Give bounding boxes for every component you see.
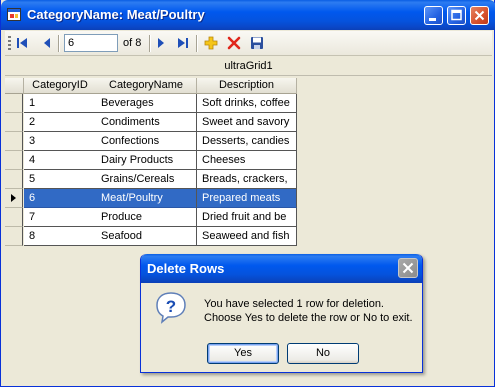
close-icon [402, 262, 414, 274]
category-id-cell[interactable]: 1 [24, 94, 97, 113]
close-icon [474, 10, 485, 21]
row-selector[interactable] [5, 170, 23, 189]
category-id-cell[interactable]: 8 [24, 227, 97, 246]
dialog-message: You have selected 1 row for deletion. Ch… [204, 297, 413, 325]
maximize-button[interactable] [447, 6, 466, 25]
category-name-cell[interactable]: Grains/Cereals [96, 170, 197, 189]
main-window: CategoryName: Meat/Poultry of 8 [0, 0, 495, 387]
row-selector[interactable] [5, 94, 23, 113]
yes-button[interactable]: Yes [207, 343, 279, 364]
form-icon [7, 8, 21, 21]
window-title: CategoryName: Meat/Poultry [27, 7, 205, 22]
message-line: Choose Yes to delete the row or No to ex… [204, 312, 413, 324]
minimize-button[interactable] [424, 6, 443, 25]
category-id-cell[interactable]: 5 [24, 170, 97, 189]
category-id-cell[interactable]: 6 [24, 189, 97, 208]
description-cell[interactable]: Desserts, candies [197, 132, 297, 151]
binding-navigator: of 8 [5, 31, 492, 56]
row-selector[interactable] [5, 113, 23, 132]
grid-caption: ultraGrid1 [5, 58, 492, 76]
category-name-header[interactable]: CategoryName [96, 78, 197, 94]
category-name-cell[interactable]: Meat/Poultry [96, 189, 197, 208]
category-id-cell[interactable]: 2 [24, 113, 97, 132]
row-selector[interactable] [5, 189, 23, 208]
description-cell[interactable]: Dried fruit and be [197, 208, 297, 227]
category-id-cell[interactable]: 4 [24, 151, 97, 170]
minimize-icon [429, 18, 436, 21]
dialog-title-bar[interactable]: Delete Rows [141, 254, 422, 283]
category-name-cell[interactable]: Produce [96, 208, 197, 227]
position-input[interactable] [64, 34, 118, 52]
category-name-cell[interactable]: Condiments [96, 113, 197, 132]
dialog-title: Delete Rows [147, 261, 225, 276]
description-cell[interactable]: Sweet and savory [197, 113, 297, 132]
toolbar-separator [149, 35, 151, 52]
category-name-cell[interactable]: Seafood [96, 227, 197, 246]
toolbar-grip[interactable] [8, 36, 11, 51]
description-cell[interactable]: Breads, crackers, [197, 170, 297, 189]
description-cell[interactable]: Cheeses [197, 151, 297, 170]
category-name-cell[interactable]: Beverages [96, 94, 197, 113]
title-bar[interactable]: CategoryName: Meat/Poultry [1, 0, 495, 30]
current-row-arrow-icon [11, 194, 16, 202]
move-last-icon[interactable] [177, 37, 189, 49]
no-button[interactable]: No [287, 343, 359, 364]
close-button[interactable] [470, 6, 489, 25]
maximize-icon [451, 9, 462, 21]
add-new-icon[interactable] [204, 36, 218, 50]
row-selector[interactable] [5, 151, 23, 170]
row-selector[interactable] [5, 227, 23, 246]
category-id-header[interactable]: CategoryID [24, 78, 97, 94]
category-id-cell[interactable]: 7 [24, 208, 97, 227]
row-selector[interactable] [5, 208, 23, 227]
description-cell[interactable]: Soft drinks, coffee [197, 94, 297, 113]
description-cell[interactable]: Seaweed and fish [197, 227, 297, 246]
category-id-cell[interactable]: 3 [24, 132, 97, 151]
category-name-cell[interactable]: Confections [96, 132, 197, 151]
dialog-close-button[interactable] [398, 258, 418, 278]
description-cell[interactable]: Prepared meats [197, 189, 297, 208]
svg-text:?: ? [166, 297, 176, 316]
toolbar-separator [196, 35, 198, 52]
delete-rows-dialog: Delete Rows ? You have selected 1 row fo… [140, 254, 423, 373]
toolbar-separator [58, 35, 60, 52]
move-first-icon[interactable] [16, 37, 28, 49]
delete-icon[interactable] [227, 36, 241, 50]
save-icon[interactable] [250, 36, 264, 50]
count-label: of 8 [123, 37, 142, 49]
category-name-cell[interactable]: Dairy Products [96, 151, 197, 170]
description-header[interactable]: Description [197, 78, 297, 94]
row-selector-header[interactable] [5, 78, 24, 94]
row-selector[interactable] [5, 132, 23, 151]
move-previous-icon[interactable] [41, 37, 53, 49]
message-line: You have selected 1 row for deletion. [204, 298, 384, 310]
move-next-icon[interactable] [155, 37, 167, 49]
question-icon: ? [156, 292, 186, 324]
